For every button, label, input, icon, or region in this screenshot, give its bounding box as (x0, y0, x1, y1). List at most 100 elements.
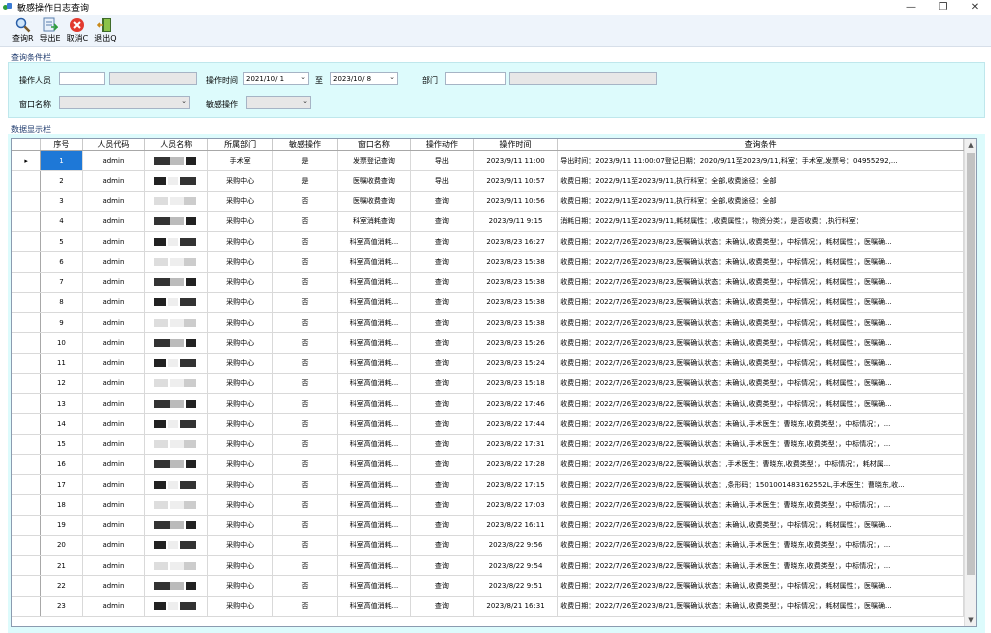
cell-time[interactable]: 2023/8/22 9:54 (473, 555, 559, 577)
cell-dept[interactable]: 手术室 (207, 150, 274, 172)
cell-condition[interactable]: 收费日期：2022/7/26至2023/8/22,医嘱确认状态：未确认,手术医生… (557, 555, 964, 577)
cell-name[interactable] (144, 353, 209, 374)
table-row[interactable]: 3 admin 采购中心否医嘱收费查询 查询 2023/9/11 10:56 收费日期：2… (12, 191, 964, 212)
data-grid[interactable]: 序号 人员代码 人员名称 所属部门 敏感操作 窗口名称 操作动作 操作时间 查询… (11, 138, 977, 627)
cell-condition[interactable]: 收费日期：2022/7/26至2023/8/22,医嘱确认状态：未确认,收费类型… (557, 515, 964, 536)
cell-action[interactable]: 查询 (410, 251, 474, 273)
cell-condition[interactable]: 收费日期：2022/7/26至2023/8/21,医嘱确认状态：未确认,收费类型… (557, 596, 964, 617)
cell-window[interactable]: 科室高值消耗... (337, 231, 412, 253)
cell-sensitive[interactable]: 否 (272, 211, 338, 233)
cell-action[interactable]: 查询 (410, 474, 474, 496)
scrollbar-thumb[interactable] (967, 153, 975, 575)
cell-action[interactable]: 查询 (410, 535, 474, 557)
cell-name[interactable] (144, 272, 209, 293)
cell-code[interactable]: admin (82, 170, 146, 192)
cell-dept[interactable]: 采购中心 (207, 434, 274, 455)
cell-action[interactable]: 查询 (410, 575, 474, 597)
cell-name[interactable] (144, 332, 209, 354)
row-header[interactable] (12, 393, 42, 415)
table-row[interactable]: 4 admin 采购中心否科室消耗查询 查询 2023/9/11 9:15 消耗日期：20… (12, 211, 964, 233)
minimize-button[interactable]: — (895, 0, 927, 15)
cell-action[interactable]: 查询 (410, 596, 474, 617)
cell-no[interactable]: 12 (40, 373, 83, 395)
cell-code[interactable]: admin (82, 373, 146, 395)
cell-time[interactable]: 2023/8/23 15:26 (473, 332, 559, 354)
cell-sensitive[interactable]: 否 (272, 454, 338, 476)
cell-name[interactable] (144, 454, 209, 476)
cell-window[interactable]: 科室高值消耗... (337, 535, 412, 557)
cell-time[interactable]: 2023/8/22 16:11 (473, 515, 559, 536)
table-row[interactable]: 5 admin 采购中心否科室高值消耗... 查询 2023/8/23 16:27 收费日… (12, 231, 964, 253)
row-header[interactable] (12, 535, 42, 557)
cell-sensitive[interactable]: 否 (272, 555, 338, 577)
cell-code[interactable]: admin (82, 292, 146, 314)
vertical-scrollbar[interactable]: ▲ ▼ (964, 139, 976, 626)
cell-sensitive[interactable]: 否 (272, 353, 338, 374)
cell-dept[interactable]: 采购中心 (207, 211, 274, 233)
cell-dept[interactable]: 采购中心 (207, 272, 274, 293)
cell-condition[interactable]: 收费日期：2022/7/26至2023/8/23,医嘱确认状态：未确认,收费类型… (557, 292, 964, 314)
cell-name[interactable] (144, 312, 209, 334)
cell-code[interactable]: admin (82, 555, 146, 577)
cell-code[interactable]: admin (82, 434, 146, 455)
table-row[interactable]: 17 admin 采购中心否科室高值消耗... 查询 2023/8/22 17:15 收费… (12, 474, 964, 496)
cell-window[interactable]: 科室高值消耗... (337, 474, 412, 496)
cell-dept[interactable]: 采购中心 (207, 170, 274, 192)
cell-time[interactable]: 2023/8/22 17:31 (473, 434, 559, 455)
cell-condition[interactable]: 收费日期：2022/9/11至2023/9/11,执行科室：全部,收费途径：全部 (557, 191, 964, 212)
cell-time[interactable]: 2023/8/23 15:38 (473, 292, 559, 314)
cell-code[interactable]: admin (82, 312, 146, 334)
cell-time[interactable]: 2023/8/23 15:18 (473, 373, 559, 395)
cell-code[interactable]: admin (82, 575, 146, 597)
cell-dept[interactable]: 采购中心 (207, 251, 274, 273)
cell-window[interactable]: 科室高值消耗... (337, 312, 412, 334)
cell-no[interactable]: 23 (40, 596, 83, 617)
cell-window[interactable]: 发票登记查询 (337, 150, 412, 172)
cell-no[interactable]: 6 (40, 251, 83, 273)
row-header[interactable] (12, 373, 42, 395)
cell-action[interactable]: 查询 (410, 515, 474, 536)
cell-time[interactable]: 2023/8/22 9:56 (473, 535, 559, 557)
cell-sensitive[interactable]: 否 (272, 515, 338, 536)
table-row[interactable]: 2 admin 采购中心是医嘱收费查询 导出 2023/9/11 10:57 收费日期：2… (12, 170, 964, 192)
cell-sensitive[interactable]: 否 (272, 191, 338, 212)
cell-name[interactable] (144, 373, 209, 395)
cell-window[interactable]: 科室高值消耗... (337, 555, 412, 577)
maximize-button[interactable]: ❐ (927, 0, 959, 15)
row-header[interactable] (12, 454, 42, 476)
end-date-picker[interactable]: 2023/10/ 8 ⌄ (330, 72, 398, 85)
cell-dept[interactable]: 采购中心 (207, 332, 274, 354)
row-header[interactable] (12, 353, 42, 374)
cell-condition[interactable]: 收费日期：2022/7/26至2023/8/22,医嘱确认状态：,条形码：150… (557, 474, 964, 496)
table-row[interactable]: ▸ 1 admin 手术室是发票登记查询 导出 2023/9/11 11:00 导出时间：2… (12, 150, 964, 172)
cell-no[interactable]: 13 (40, 393, 83, 415)
column-header[interactable]: 人员代码 (82, 139, 146, 151)
cell-sensitive[interactable]: 否 (272, 373, 338, 395)
cell-code[interactable]: admin (82, 191, 146, 212)
cell-no[interactable]: 14 (40, 413, 83, 435)
cell-code[interactable]: admin (82, 231, 146, 253)
cell-code[interactable]: admin (82, 332, 146, 354)
cell-sensitive[interactable]: 否 (272, 494, 338, 516)
cell-name[interactable] (144, 434, 209, 455)
cell-name[interactable] (144, 251, 209, 273)
cell-no[interactable]: 7 (40, 272, 83, 293)
cell-code[interactable]: admin (82, 535, 146, 557)
row-header[interactable] (12, 434, 42, 455)
cell-window[interactable]: 医嘱收费查询 (337, 170, 412, 192)
cell-sensitive[interactable]: 否 (272, 272, 338, 293)
exit-button[interactable]: 退出Q (94, 15, 117, 44)
close-window-button[interactable]: ✕ (959, 0, 991, 15)
column-header[interactable]: 窗口名称 (337, 139, 412, 151)
row-header[interactable] (12, 494, 42, 516)
cell-dept[interactable]: 采购中心 (207, 494, 274, 516)
cell-window[interactable]: 科室高值消耗... (337, 251, 412, 273)
cell-no[interactable]: 9 (40, 312, 83, 334)
cell-action[interactable]: 查询 (410, 332, 474, 354)
row-header[interactable]: ▸ (12, 150, 42, 172)
cell-action[interactable]: 查询 (410, 353, 474, 374)
cell-time[interactable]: 2023/8/22 17:44 (473, 413, 559, 435)
row-header[interactable] (12, 413, 42, 435)
cell-sensitive[interactable]: 否 (272, 231, 338, 253)
table-row[interactable]: 14 admin 采购中心否科室高值消耗... 查询 2023/8/22 17:44 收费… (12, 413, 964, 435)
